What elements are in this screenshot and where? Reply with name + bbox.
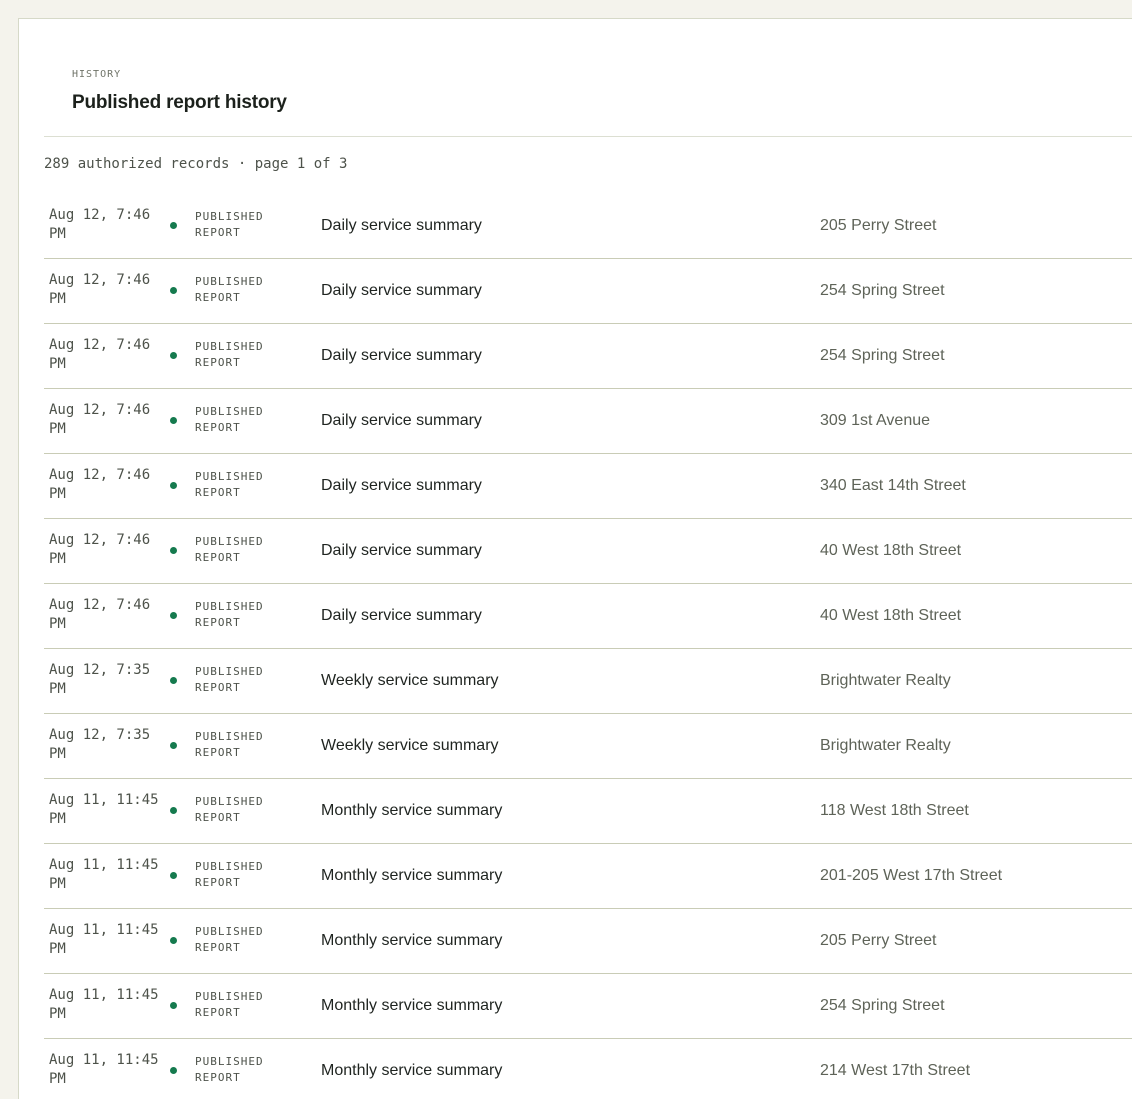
history-panel: HISTORY Published report history 289 aut… bbox=[18, 18, 1132, 1099]
report-title[interactable]: Weekly service summary bbox=[321, 672, 499, 690]
report-timestamp: Aug 12, 7:46 PM bbox=[49, 532, 151, 567]
report-row[interactable]: Aug 11, 11:45 PM PUBLISHED REPORT Monthl… bbox=[44, 909, 1132, 974]
page-header: HISTORY Published report history bbox=[19, 19, 1132, 136]
report-row[interactable]: Aug 11, 11:45 PM PUBLISHED REPORT Monthl… bbox=[44, 779, 1132, 844]
report-row[interactable]: Aug 12, 7:46 PM PUBLISHED REPORT Daily s… bbox=[44, 454, 1132, 519]
published-status-dot bbox=[170, 482, 177, 489]
report-timestamp: Aug 11, 11:45 PM bbox=[49, 987, 159, 1022]
status-label: PUBLISHED REPORT bbox=[195, 665, 264, 694]
page-title: Published report history bbox=[72, 92, 287, 113]
report-location: 118 West 18th Street bbox=[820, 802, 969, 819]
report-row[interactable]: Aug 11, 11:45 PM PUBLISHED REPORT Monthl… bbox=[44, 974, 1132, 1039]
report-timestamp: Aug 12, 7:35 PM bbox=[49, 727, 151, 762]
report-row[interactable]: Aug 12, 7:46 PM PUBLISHED REPORT Daily s… bbox=[44, 389, 1132, 454]
status-label: PUBLISHED REPORT bbox=[195, 860, 264, 889]
records-summary: 289 authorized records · page 1 of 3 bbox=[44, 156, 348, 172]
report-timestamp: Aug 11, 11:45 PM bbox=[49, 792, 159, 827]
report-location: 340 East 14th Street bbox=[820, 477, 966, 494]
report-timestamp: Aug 11, 11:45 PM bbox=[49, 1052, 159, 1087]
published-status-dot bbox=[170, 612, 177, 619]
report-location: 254 Spring Street bbox=[820, 282, 945, 299]
report-row[interactable]: Aug 12, 7:46 PM PUBLISHED REPORT Daily s… bbox=[44, 194, 1132, 259]
published-status-dot bbox=[170, 677, 177, 684]
report-location: 309 1st Avenue bbox=[820, 412, 931, 429]
report-title[interactable]: Daily service summary bbox=[321, 282, 482, 300]
status-label: PUBLISHED REPORT bbox=[195, 405, 264, 434]
report-timestamp: Aug 12, 7:46 PM bbox=[49, 272, 151, 307]
status-label: PUBLISHED REPORT bbox=[195, 925, 264, 954]
status-label: PUBLISHED REPORT bbox=[195, 1055, 264, 1084]
report-timestamp: Aug 11, 11:45 PM bbox=[49, 857, 159, 892]
status-label: PUBLISHED REPORT bbox=[195, 990, 264, 1019]
report-title[interactable]: Daily service summary bbox=[321, 477, 482, 495]
status-label: PUBLISHED REPORT bbox=[195, 340, 264, 369]
report-row[interactable]: Aug 12, 7:46 PM PUBLISHED REPORT Daily s… bbox=[44, 259, 1132, 324]
report-row[interactable]: Aug 11, 11:45 PM PUBLISHED REPORT Monthl… bbox=[44, 1039, 1132, 1099]
report-title[interactable]: Monthly service summary bbox=[321, 997, 502, 1015]
report-row[interactable]: Aug 12, 7:35 PM PUBLISHED REPORT Weekly … bbox=[44, 649, 1132, 714]
status-label: PUBLISHED REPORT bbox=[195, 535, 264, 564]
report-title[interactable]: Monthly service summary bbox=[321, 1062, 502, 1080]
report-location: 254 Spring Street bbox=[820, 347, 945, 364]
report-timestamp: Aug 11, 11:45 PM bbox=[49, 922, 159, 957]
published-status-dot bbox=[170, 547, 177, 554]
report-location: 201-205 West 17th Street bbox=[820, 867, 1003, 884]
report-location: Brightwater Realty bbox=[820, 737, 951, 754]
published-status-dot bbox=[170, 1067, 177, 1074]
published-status-dot bbox=[170, 937, 177, 944]
report-location: 214 West 17th Street bbox=[820, 1062, 971, 1079]
report-timestamp: Aug 12, 7:46 PM bbox=[49, 597, 151, 632]
published-status-dot bbox=[170, 872, 177, 879]
report-title[interactable]: Monthly service summary bbox=[321, 802, 502, 820]
report-title[interactable]: Daily service summary bbox=[321, 607, 482, 625]
report-list: Aug 12, 7:46 PM PUBLISHED REPORT Daily s… bbox=[44, 194, 1132, 1099]
report-title[interactable]: Daily service summary bbox=[321, 347, 482, 365]
report-timestamp: Aug 12, 7:46 PM bbox=[49, 402, 151, 437]
published-status-dot bbox=[170, 417, 177, 424]
report-title[interactable]: Monthly service summary bbox=[321, 932, 502, 950]
published-status-dot bbox=[170, 222, 177, 229]
status-label: PUBLISHED REPORT bbox=[195, 275, 264, 304]
published-status-dot bbox=[170, 352, 177, 359]
published-status-dot bbox=[170, 287, 177, 294]
report-timestamp: Aug 12, 7:46 PM bbox=[49, 337, 151, 372]
status-label: PUBLISHED REPORT bbox=[195, 600, 264, 629]
report-title[interactable]: Daily service summary bbox=[321, 542, 482, 560]
section-eyebrow: HISTORY bbox=[72, 69, 122, 80]
report-location: Brightwater Realty bbox=[820, 672, 951, 689]
status-label: PUBLISHED REPORT bbox=[195, 795, 264, 824]
header-divider bbox=[44, 136, 1132, 137]
status-label: PUBLISHED REPORT bbox=[195, 210, 264, 239]
report-location: 40 West 18th Street bbox=[820, 542, 962, 559]
report-title[interactable]: Weekly service summary bbox=[321, 737, 499, 755]
report-location: 254 Spring Street bbox=[820, 997, 945, 1014]
report-title[interactable]: Daily service summary bbox=[321, 412, 482, 430]
published-status-dot bbox=[170, 1002, 177, 1009]
published-status-dot bbox=[170, 807, 177, 814]
report-location: 205 Perry Street bbox=[820, 932, 937, 949]
status-label: PUBLISHED REPORT bbox=[195, 730, 264, 759]
status-label: PUBLISHED REPORT bbox=[195, 470, 264, 499]
report-timestamp: Aug 12, 7:46 PM bbox=[49, 467, 151, 502]
report-title[interactable]: Daily service summary bbox=[321, 217, 482, 235]
report-row[interactable]: Aug 12, 7:46 PM PUBLISHED REPORT Daily s… bbox=[44, 324, 1132, 389]
report-timestamp: Aug 12, 7:35 PM bbox=[49, 662, 151, 697]
report-title[interactable]: Monthly service summary bbox=[321, 867, 502, 885]
report-location: 205 Perry Street bbox=[820, 217, 937, 234]
report-row[interactable]: Aug 12, 7:46 PM PUBLISHED REPORT Daily s… bbox=[44, 519, 1132, 584]
report-timestamp: Aug 12, 7:46 PM bbox=[49, 207, 151, 242]
report-row[interactable]: Aug 11, 11:45 PM PUBLISHED REPORT Monthl… bbox=[44, 844, 1132, 909]
report-location: 40 West 18th Street bbox=[820, 607, 962, 624]
report-row[interactable]: Aug 12, 7:35 PM PUBLISHED REPORT Weekly … bbox=[44, 714, 1132, 779]
report-row[interactable]: Aug 12, 7:46 PM PUBLISHED REPORT Daily s… bbox=[44, 584, 1132, 649]
published-status-dot bbox=[170, 742, 177, 749]
